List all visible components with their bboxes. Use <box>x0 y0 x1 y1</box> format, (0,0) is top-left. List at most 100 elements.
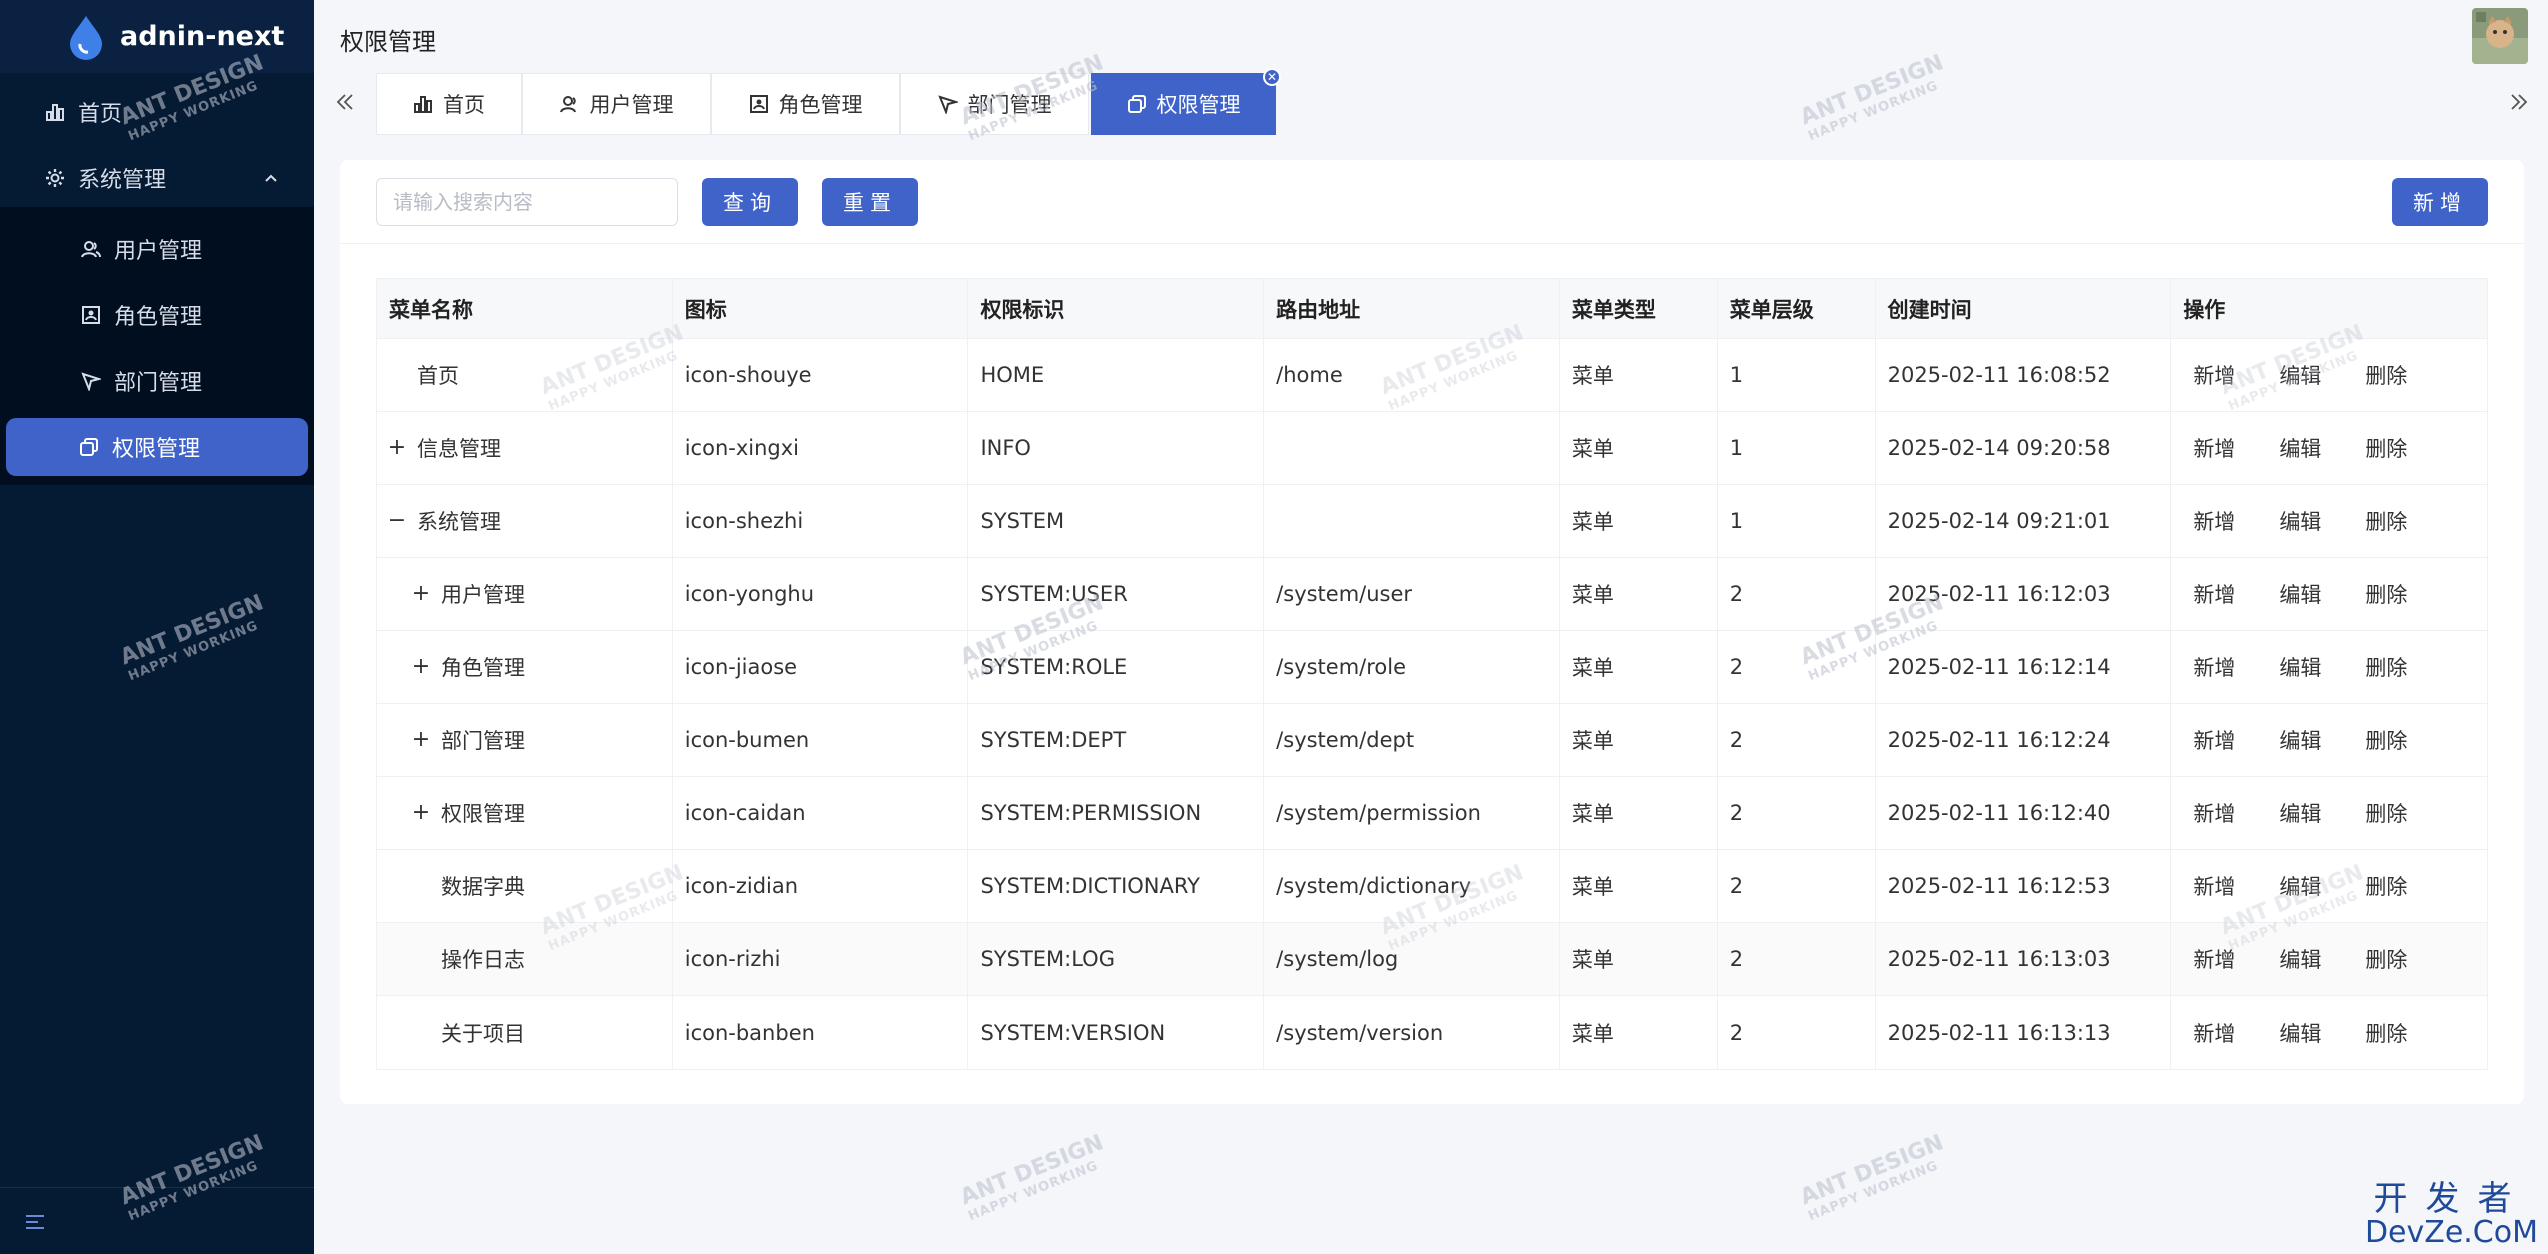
expand-icon[interactable]: + <box>412 583 430 605</box>
expand-icon[interactable]: + <box>412 656 430 678</box>
expand-icon[interactable]: + <box>388 437 406 459</box>
add-action[interactable]: 新增 <box>2193 360 2235 390</box>
watermark-line1: ANT DESIGN <box>956 1130 1108 1211</box>
sidebar-item-departments[interactable]: 部门管理 <box>8 352 308 410</box>
cell-menu-level: 2 <box>1718 850 1876 922</box>
edit-action[interactable]: 编辑 <box>2279 579 2321 609</box>
add-action[interactable]: 新增 <box>2193 798 2235 828</box>
tab-close-icon[interactable]: ✕ <box>1263 68 1281 86</box>
delete-action[interactable]: 删除 <box>2365 871 2407 901</box>
delete-action[interactable]: 删除 <box>2365 798 2407 828</box>
app-name: adnin-next <box>120 21 285 52</box>
send-icon <box>937 94 958 114</box>
cell-icon: icon-banben <box>673 996 969 1069</box>
cell-route: /system/dictionary <box>1264 850 1560 922</box>
cell-menu-type: 菜单 <box>1560 558 1718 630</box>
edit-action[interactable]: 编辑 <box>2279 725 2321 755</box>
bar-chart-icon <box>413 94 433 114</box>
avatar[interactable] <box>2472 8 2528 64</box>
collapse-icon[interactable]: − <box>388 510 406 532</box>
tab-label: 部门管理 <box>967 93 1052 117</box>
add-action[interactable]: 新增 <box>2193 579 2235 609</box>
double-chevron-left-icon[interactable] <box>334 91 356 113</box>
cell-created-time: 2025-02-11 16:12:40 <box>1876 777 2172 849</box>
cell-menu-type: 菜单 <box>1560 996 1718 1069</box>
tab-departments[interactable]: 部门管理 <box>900 73 1089 135</box>
tab-roles[interactable]: 角色管理 <box>711 73 900 135</box>
cell-permission: INFO <box>968 412 1265 484</box>
sidebar-item-permissions[interactable]: 权限管理 <box>6 418 308 476</box>
sidebar-item-roles[interactable]: 角色管理 <box>8 286 308 344</box>
cell-icon: icon-bumen <box>673 704 969 776</box>
edit-action[interactable]: 编辑 <box>2279 433 2321 463</box>
sidebar-item-label: 首页 <box>78 102 123 127</box>
cell-menu-type: 菜单 <box>1560 850 1718 922</box>
cell-actions: 新增 编辑 删除 <box>2171 923 2487 995</box>
edit-action[interactable]: 编辑 <box>2279 652 2321 682</box>
delete-action[interactable]: 删除 <box>2365 652 2407 682</box>
add-action[interactable]: 新增 <box>2193 944 2235 974</box>
cell-icon: icon-yonghu <box>673 558 969 630</box>
menu-collapse-icon[interactable] <box>24 1212 46 1232</box>
table-row: 首页 icon-shouye HOME/home 菜单 1 2025-02-11 16:0… <box>377 339 2487 412</box>
logo-drop-icon <box>70 15 102 60</box>
watermark: ANT DESIGN HAPPY WORKING <box>956 1130 1114 1227</box>
delete-action[interactable]: 删除 <box>2365 579 2407 609</box>
watermark-line2: HAPPY WORKING <box>966 1158 1101 1225</box>
add-action[interactable]: 新增 <box>2193 506 2235 536</box>
gear-icon <box>44 167 66 189</box>
edit-action[interactable]: 编辑 <box>2279 506 2321 536</box>
column-header: 菜单层级 <box>1718 279 1876 338</box>
sidebar-item-users[interactable]: 用户管理 <box>8 220 308 278</box>
expand-icon[interactable]: + <box>412 729 430 751</box>
delete-action[interactable]: 删除 <box>2365 725 2407 755</box>
delete-action[interactable]: 删除 <box>2365 506 2407 536</box>
cell-menu-type: 菜单 <box>1560 704 1718 776</box>
cell-permission: SYSTEM:ROLE <box>968 631 1265 703</box>
tab-home[interactable]: 首页 <box>376 73 522 135</box>
cell-menu-level: 2 <box>1718 704 1876 776</box>
edit-action[interactable]: 编辑 <box>2279 798 2321 828</box>
edit-action[interactable]: 编辑 <box>2279 1018 2321 1048</box>
sidebar-item-home[interactable]: 首页 <box>8 83 308 141</box>
table-row: + 权限管理 icon-caidan SYSTEM:PERMISSION/system… <box>377 777 2487 850</box>
tab-permissions[interactable]: 权限管理 ✕ <box>1091 68 1281 135</box>
bar-chart-icon <box>44 101 66 123</box>
edit-action[interactable]: 编辑 <box>2279 360 2321 390</box>
cell-icon: icon-caidan <box>673 777 969 849</box>
delete-action[interactable]: 删除 <box>2365 433 2407 463</box>
edit-action[interactable]: 编辑 <box>2279 871 2321 901</box>
cell-icon: icon-xingxi <box>673 412 969 484</box>
edit-action[interactable]: 编辑 <box>2279 944 2321 974</box>
add-action[interactable]: 新增 <box>2193 652 2235 682</box>
add-action[interactable]: 新增 <box>2193 433 2235 463</box>
delete-action[interactable]: 删除 <box>2365 1018 2407 1048</box>
tab-users[interactable]: 用户管理 <box>522 73 711 135</box>
expand-icon[interactable]: + <box>412 802 430 824</box>
column-header: 权限标识 <box>968 279 1265 338</box>
delete-action[interactable]: 删除 <box>2365 944 2407 974</box>
cell-permission: SYSTEM <box>968 485 1265 557</box>
tab-label: 首页 <box>443 93 485 117</box>
cell-menu-name: − 系统管理 <box>377 485 673 557</box>
cell-menu-name: + 权限管理 <box>377 777 673 849</box>
cell-created-time: 2025-02-11 16:12:24 <box>1876 704 2172 776</box>
double-chevron-right-icon[interactable] <box>2508 91 2530 113</box>
sidebar-item-system[interactable]: 系统管理 <box>8 149 308 207</box>
copy-icon <box>1127 94 1147 114</box>
search-input[interactable] <box>376 178 678 226</box>
cell-actions: 新增 编辑 删除 <box>2171 339 2487 411</box>
delete-action[interactable]: 删除 <box>2365 360 2407 390</box>
tabs-row: 首页 用户管理 角色管理 部门管理 权限管理 ✕ <box>314 68 2548 135</box>
add-action[interactable]: 新增 <box>2193 725 2235 755</box>
cell-menu-name: + 角色管理 <box>377 631 673 703</box>
column-header: 操作 <box>2183 297 2226 322</box>
cell-actions: 新增 编辑 删除 <box>2171 777 2487 849</box>
add-action[interactable]: 新增 <box>2193 871 2235 901</box>
cell-permission: SYSTEM:USER <box>968 558 1265 630</box>
query-button[interactable]: 查询 <box>702 178 798 226</box>
cell-menu-level: 2 <box>1718 777 1876 849</box>
reset-button[interactable]: 重置 <box>822 178 918 226</box>
add-button[interactable]: 新增 <box>2392 178 2488 226</box>
add-action[interactable]: 新增 <box>2193 1018 2235 1048</box>
